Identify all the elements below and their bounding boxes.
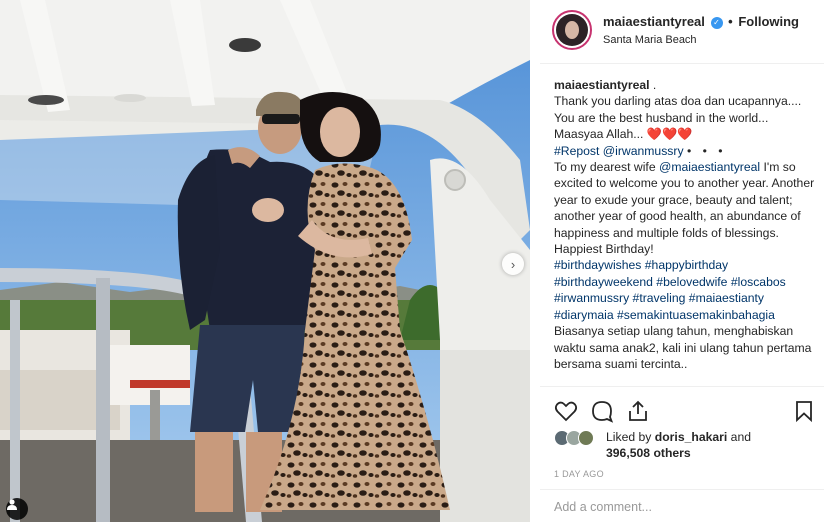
- avatar-story-ring[interactable]: [552, 10, 592, 50]
- comment-bar: [540, 489, 824, 522]
- verified-badge-icon: ✓: [710, 17, 723, 29]
- caption-mention-prefix: To my dearest wife: [554, 160, 656, 175]
- likes-text: Liked by doris_hakari and 396,508 others: [606, 429, 751, 461]
- caption-trailing-dot: .: [652, 78, 657, 92]
- username-link[interactable]: maiaestiantyreal: [603, 14, 705, 29]
- tagged-users-button[interactable]: [6, 498, 28, 520]
- liker-avatar: [578, 430, 594, 446]
- avatar: [556, 14, 588, 46]
- liker-avatars: [554, 430, 604, 446]
- bookmark-icon[interactable]: [792, 399, 816, 423]
- mention-link[interactable]: @maiaestiantyreal: [659, 160, 760, 174]
- post-header: maiaestiantyreal ✓ • Following Santa Mar…: [540, 0, 824, 64]
- caption-closing-text: Biasanya setiap ulang tahun, menghabiska…: [554, 324, 812, 371]
- comment-icon[interactable]: [590, 399, 614, 423]
- liked-by-and: and: [730, 430, 752, 444]
- caption-body-text: I'm so excited to welcome you to another…: [554, 160, 815, 257]
- post-details-panel: maiaestiantyreal ✓ • Following Santa Mar…: [540, 0, 824, 522]
- following-button[interactable]: Following: [738, 14, 799, 29]
- liked-by-user-link[interactable]: doris_hakari: [655, 430, 727, 444]
- likes-count-link[interactable]: 396,508 others: [606, 446, 691, 460]
- post-date[interactable]: 1 DAY AGO: [554, 469, 604, 479]
- heart-icon[interactable]: [554, 399, 578, 423]
- share-icon[interactable]: [626, 399, 650, 423]
- chevron-right-icon: ›: [510, 256, 516, 272]
- avatar-face: [565, 21, 579, 39]
- next-photo-button[interactable]: ›: [502, 253, 524, 275]
- header-line: maiaestiantyreal ✓ • Following: [603, 14, 799, 29]
- location-link[interactable]: Santa Maria Beach: [603, 34, 697, 46]
- hearts-emoji: ❤️❤️❤️: [646, 127, 693, 142]
- photo-illustration: [0, 0, 530, 522]
- more-dots: • • •: [686, 143, 727, 158]
- repost-link[interactable]: #Repost @irwanmussry: [554, 144, 684, 158]
- post-photo[interactable]: ›: [0, 0, 530, 522]
- action-bar: [540, 386, 824, 426]
- liked-by-prefix: Liked by: [606, 430, 652, 444]
- separator-dot: •: [728, 14, 733, 29]
- likes-section: Liked by doris_hakari and 396,508 others: [554, 428, 814, 462]
- hashtags-links[interactable]: #birthdaywishes #happybirthday #birthday…: [554, 258, 786, 321]
- caption-author-link[interactable]: maiaestiantyreal: [554, 78, 650, 92]
- user-tag-icon: [7, 499, 17, 510]
- comment-input[interactable]: [554, 498, 804, 516]
- post-caption: maiaestiantyreal . Thank you darling ata…: [554, 77, 816, 385]
